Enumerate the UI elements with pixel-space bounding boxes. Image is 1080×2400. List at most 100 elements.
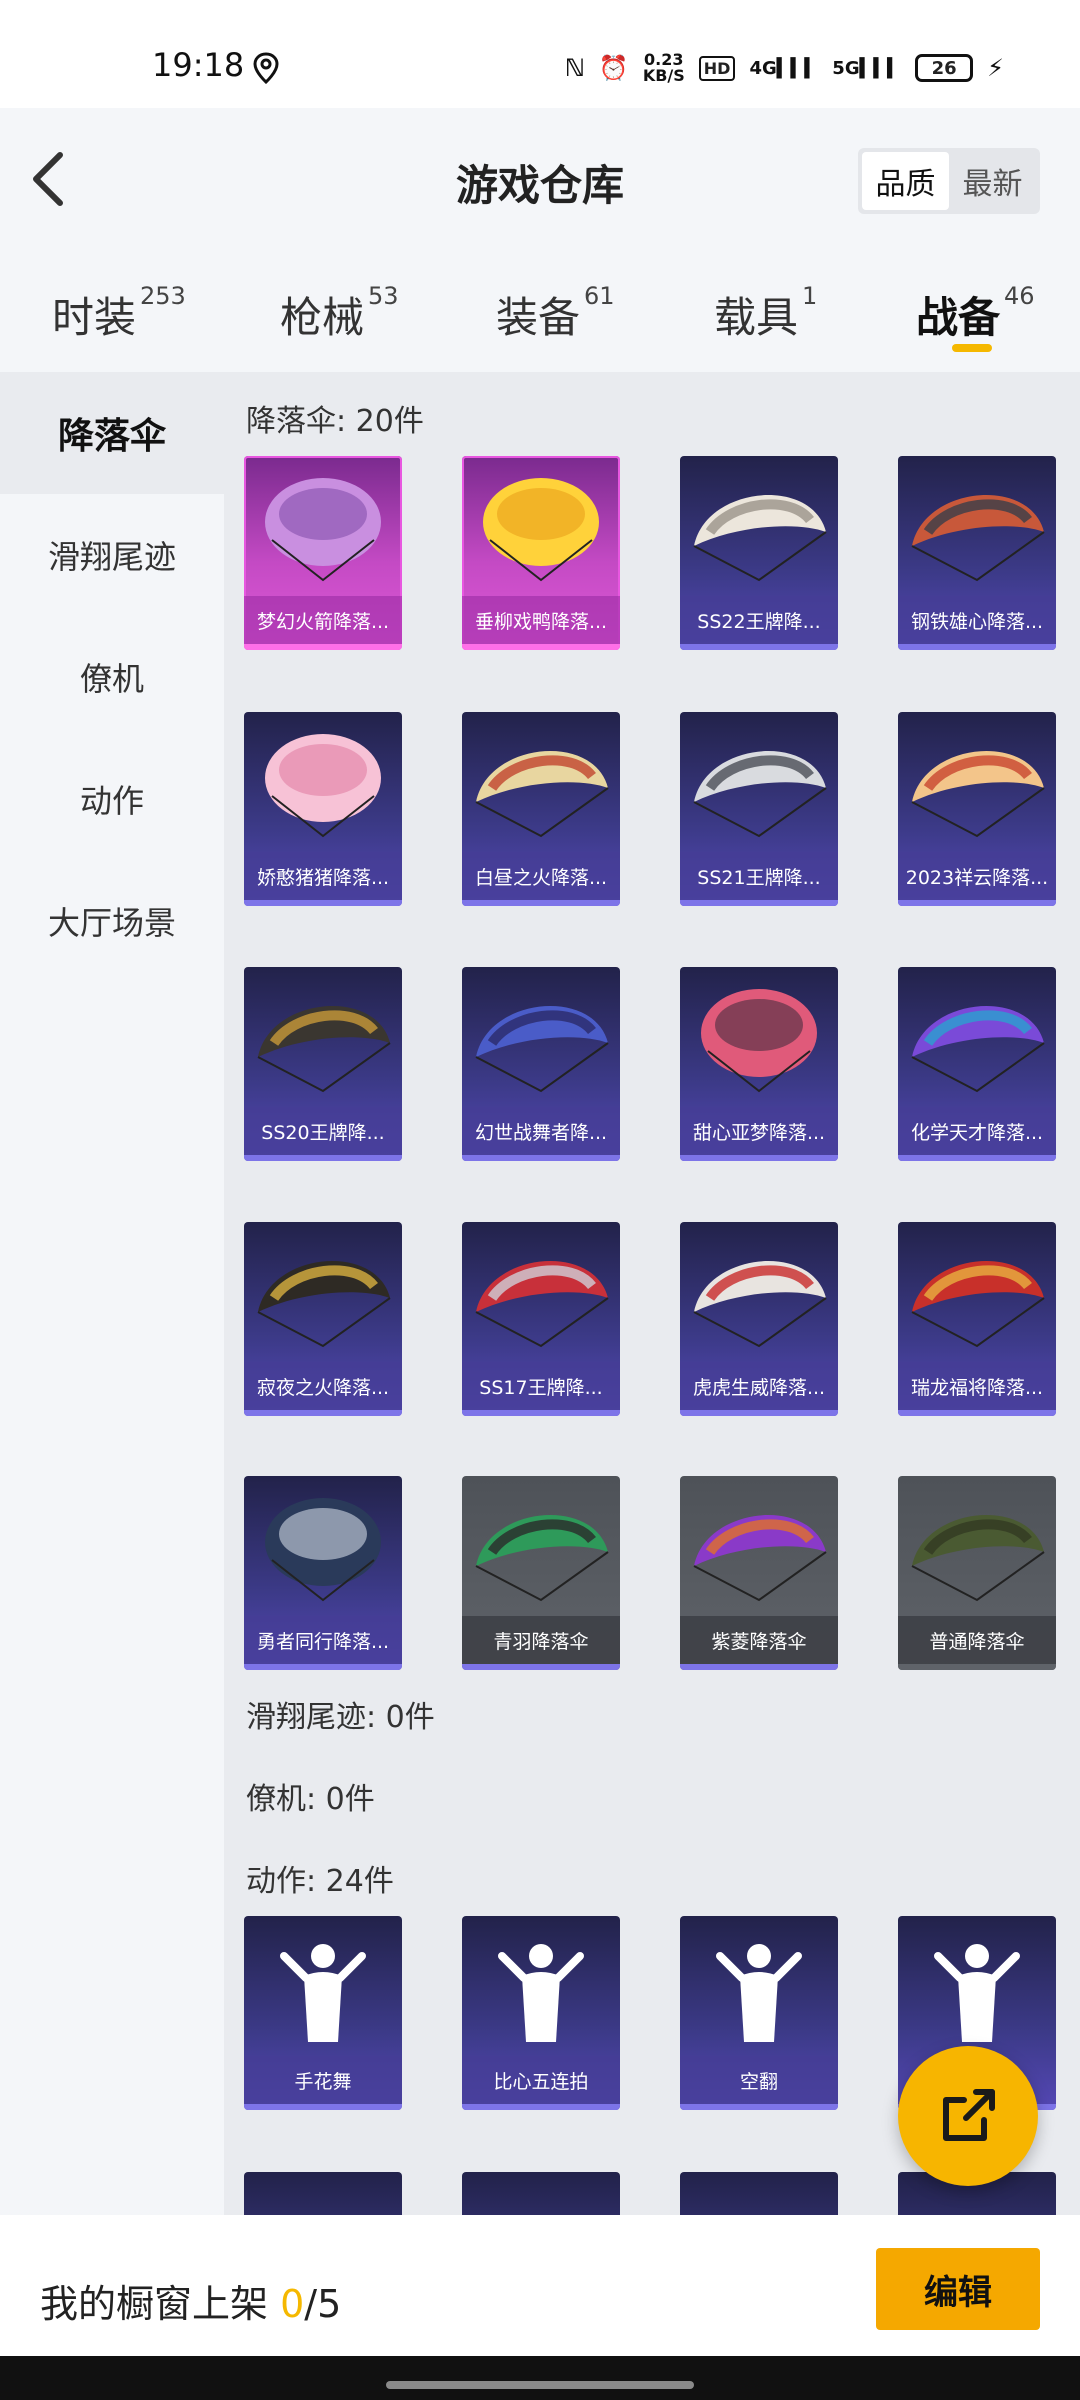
rarity-bar xyxy=(462,1155,620,1161)
action-card[interactable]: 空翻 xyxy=(680,1916,838,2110)
item-label: 青羽降落伞 xyxy=(462,1616,620,1664)
item-label: 白昼之火降落... xyxy=(462,852,620,900)
tab-fashion[interactable]: 时装 253 xyxy=(52,260,186,360)
dancer-icon xyxy=(716,1944,802,2042)
item-card[interactable]: SS17王牌降... xyxy=(462,1222,620,1416)
item-card[interactable]: 勇者同行降落... xyxy=(244,1476,402,1670)
sort-by-newest[interactable]: 最新 xyxy=(949,152,1036,210)
parachute-image xyxy=(475,1261,609,1348)
parachute-image xyxy=(693,751,827,838)
action-label: 手花舞 xyxy=(244,2056,402,2104)
sort-by-quality[interactable]: 品质 xyxy=(862,152,949,210)
gesture-area xyxy=(0,2356,1080,2400)
parachute-image xyxy=(911,1006,1045,1093)
tab-vehicles[interactable]: 载具 1 xyxy=(714,260,817,360)
section-title-glide-trail: 滑翔尾迹: 0件 xyxy=(246,1700,435,1735)
rarity-bar xyxy=(462,2104,620,2110)
action-card[interactable] xyxy=(680,2172,838,2215)
rarity-bar xyxy=(462,1410,620,1416)
parachute-image xyxy=(911,495,1045,582)
parachute-image xyxy=(911,751,1045,838)
item-card[interactable]: 紫菱降落伞 xyxy=(680,1476,838,1670)
section-title-action: 动作: 24件 xyxy=(246,1864,394,1899)
parachute-image xyxy=(911,1515,1045,1602)
rarity-bar xyxy=(680,644,838,650)
item-card[interactable]: 白昼之火降落... xyxy=(462,712,620,906)
item-label: 娇憨猪猪降落... xyxy=(244,852,402,900)
action-card[interactable]: 比心五连拍 xyxy=(462,1916,620,2110)
item-label: 瑞龙福将降落... xyxy=(898,1362,1056,1410)
item-card[interactable]: 瑞龙福将降落... xyxy=(898,1222,1056,1416)
dancer-icon xyxy=(280,1944,366,2042)
tab-label: 战备 xyxy=(916,293,1001,342)
rarity-bar xyxy=(898,1155,1056,1161)
parachute-image xyxy=(483,478,599,582)
item-card[interactable]: 甜心亚梦降落... xyxy=(680,967,838,1161)
item-card[interactable]: 虎虎生威降落... xyxy=(680,1222,838,1416)
tab-count: 53 xyxy=(368,282,399,310)
item-card[interactable]: SS22王牌降... xyxy=(680,456,838,650)
item-label: 紫菱降落伞 xyxy=(680,1616,838,1664)
parachute-image xyxy=(911,1261,1045,1348)
sidebar-item-parachute[interactable]: 降落伞 xyxy=(0,372,224,494)
section-title-wingman: 僚机: 0件 xyxy=(246,1782,375,1817)
item-label: 甜心亚梦降落... xyxy=(680,1107,838,1155)
rarity-bar xyxy=(244,1410,402,1416)
parachute-image xyxy=(475,1006,609,1093)
sidebar-item-action[interactable]: 动作 xyxy=(0,738,224,860)
parachute-image xyxy=(265,734,381,838)
parachute-image xyxy=(693,1261,827,1348)
rarity-bar xyxy=(680,1664,838,1670)
parachute-image xyxy=(475,751,609,838)
item-card[interactable]: 梦幻火箭降落... xyxy=(244,456,402,650)
rarity-bar xyxy=(680,1155,838,1161)
rarity-bar xyxy=(462,644,620,650)
item-card[interactable]: 钢铁雄心降落... xyxy=(898,456,1056,650)
rarity-bar xyxy=(244,1664,402,1670)
item-card[interactable]: 化学天才降落... xyxy=(898,967,1056,1161)
sidebar-item-glide-trail[interactable]: 滑翔尾迹 xyxy=(0,494,224,616)
app-header: 游戏仓库 品质 最新 xyxy=(0,108,1080,260)
item-card[interactable]: 2023祥云降落... xyxy=(898,712,1056,906)
sort-toggle: 品质 最新 xyxy=(858,148,1040,214)
alarm-icon: ⏰ xyxy=(598,54,629,82)
action-card[interactable]: 手花舞 xyxy=(244,1916,402,2110)
item-label: 垂柳戏鸭降落... xyxy=(462,596,620,644)
home-gesture-bar[interactable] xyxy=(386,2381,694,2389)
rarity-bar xyxy=(462,1664,620,1670)
action-card[interactable] xyxy=(244,2172,402,2215)
rarity-bar xyxy=(898,1410,1056,1416)
sidebar-item-lobby-scene[interactable]: 大厅场景 xyxy=(0,860,224,982)
edit-button[interactable]: 编辑 xyxy=(876,2248,1040,2330)
parachute-image xyxy=(257,1261,391,1348)
item-label: SS17王牌降... xyxy=(462,1362,620,1410)
item-label: 梦幻火箭降落... xyxy=(244,596,402,644)
rarity-bar xyxy=(898,900,1056,906)
rarity-bar xyxy=(462,900,620,906)
tab-equipment[interactable]: 装备 61 xyxy=(496,260,615,360)
item-grid-area: 降落伞: 20件 梦幻火箭降落... 垂柳戏鸭降落... SS22王牌降... 钢铁雄… xyxy=(224,372,1080,2215)
net-speed: 0.23 KB/S xyxy=(642,50,685,85)
item-label: 2023祥云降落... xyxy=(898,852,1056,900)
tab-count: 1 xyxy=(802,282,818,310)
item-card[interactable]: 普通降落伞 xyxy=(898,1476,1056,1670)
tab-weapons[interactable]: 枪械 53 xyxy=(280,260,399,360)
rarity-bar xyxy=(244,644,402,650)
item-card[interactable]: 寂夜之火降落... xyxy=(244,1222,402,1416)
action-card[interactable] xyxy=(462,2172,620,2215)
dancer-icon xyxy=(934,1944,1020,2042)
item-label: 幻世战舞者降... xyxy=(462,1107,620,1155)
item-card[interactable]: 青羽降落伞 xyxy=(462,1476,620,1670)
item-card[interactable]: 幻世战舞者降... xyxy=(462,967,620,1161)
item-label: SS22王牌降... xyxy=(680,596,838,644)
item-card[interactable]: SS21王牌降... xyxy=(680,712,838,906)
item-card[interactable]: SS20王牌降... xyxy=(244,967,402,1161)
share-icon xyxy=(943,2089,995,2141)
share-button[interactable] xyxy=(898,2046,1038,2186)
item-card[interactable]: 垂柳戏鸭降落... xyxy=(462,456,620,650)
sidebar-item-wingman[interactable]: 僚机 xyxy=(0,616,224,738)
item-card[interactable]: 娇憨猪猪降落... xyxy=(244,712,402,906)
parachute-image xyxy=(265,478,381,582)
parachute-image xyxy=(693,1515,827,1602)
tab-count: 46 xyxy=(1004,282,1035,310)
